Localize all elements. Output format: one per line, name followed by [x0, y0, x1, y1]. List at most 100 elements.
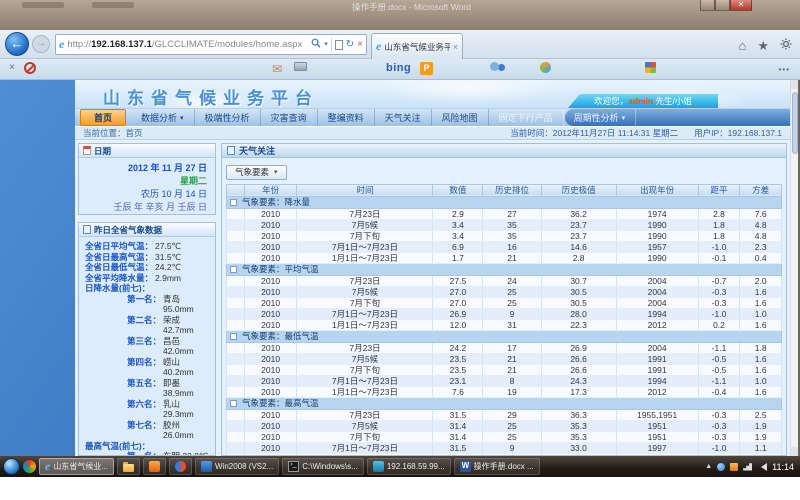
tray-app-icon[interactable]: [717, 463, 725, 471]
folder-icon: [123, 464, 134, 472]
taskbar-button[interactable]: Win2008 (VS2...: [195, 458, 279, 475]
table-group-row[interactable]: 气象要素：最高气温: [227, 397, 782, 409]
table-group-row[interactable]: 气象要素：平均气温: [227, 263, 782, 275]
address-bar[interactable]: e http://192.168.137.1/GLCCLIMATE/module…: [55, 34, 367, 55]
cell: 1990: [616, 230, 698, 241]
pin-badge-icon[interactable]: P: [420, 62, 433, 75]
minimize-button[interactable]: [700, 0, 715, 11]
home-icon[interactable]: ⌂: [738, 39, 746, 53]
nav-item[interactable]: 灾害查询: [261, 109, 318, 126]
nav-item[interactable]: 周期性分析▾: [564, 109, 637, 126]
rank-item: 第五名：即墨 38.9mm: [85, 378, 212, 399]
status-line: 当前位置：首页 当前时间：2012年11月27日 11:14:31 星期二 用户…: [75, 126, 790, 140]
taskbar-button[interactable]: [117, 458, 140, 475]
favorites-star-icon[interactable]: ★: [757, 39, 769, 53]
nav-item[interactable]: 数据分析▾: [131, 109, 195, 126]
taskbar-button[interactable]: 操作手册.docx ...: [454, 458, 540, 475]
refresh-icon[interactable]: ↻: [346, 40, 354, 50]
popup-blocked-icon[interactable]: [24, 62, 36, 74]
browser-tab[interactable]: e 山东省气候业务平... ×: [371, 33, 463, 59]
group-checkbox[interactable]: [230, 266, 237, 273]
mail-icon[interactable]: ✉: [272, 62, 282, 76]
element-selector-button[interactable]: 气象要素 ▾: [226, 165, 287, 180]
taskbar-button[interactable]: [169, 458, 192, 475]
nav-item[interactable]: 风险地图: [432, 109, 489, 126]
chevron-down-icon: ▾: [180, 114, 184, 122]
stop-icon[interactable]: ×: [357, 40, 363, 50]
background-window-caption: 操作手册.docx - Microsoft Word: [352, 1, 471, 13]
taskbar-button[interactable]: 山东省气候业...: [39, 458, 114, 475]
cell: 12.0: [433, 319, 483, 330]
table-row: 20107月5候3.43523.719901.84.8: [227, 219, 782, 230]
printer-icon[interactable]: [294, 62, 307, 71]
vertical-scrollbar[interactable]: [790, 80, 798, 456]
taskbar-button[interactable]: 192.168.59.99...: [367, 458, 451, 475]
cell: 7月5候: [297, 420, 433, 431]
table-group-row[interactable]: 气象要素：最低气温: [227, 330, 782, 342]
row-lead-cell: [227, 442, 245, 453]
user-ip: 用户IP：192.168.137.1: [694, 127, 782, 139]
bing-logo[interactable]: bing: [386, 62, 411, 74]
system-tray: ▲ 11:14: [705, 462, 797, 472]
date-panel-body: 2012 年 11 月 27 日 星期二 农历 10 月 14 日 壬辰 年 辛…: [79, 158, 215, 214]
forward-button[interactable]: →: [32, 35, 50, 53]
more-icon[interactable]: •••: [779, 65, 790, 74]
close-button[interactable]: ✕: [730, 0, 752, 11]
stat-row: 全省日平均气温：27.5℃: [85, 241, 212, 252]
nav-item[interactable]: 天气关注: [375, 109, 432, 126]
cell: 1.0: [740, 375, 782, 386]
nav-item[interactable]: 整编资料: [318, 109, 375, 126]
maximize-button[interactable]: [715, 0, 730, 11]
table-group-row[interactable]: 气象要素：降水量: [227, 196, 782, 208]
cell: 1.1: [740, 442, 782, 453]
tab-close-icon[interactable]: ×: [453, 42, 458, 52]
rank-value: 乳山 29.3mm: [163, 399, 212, 420]
volume-icon[interactable]: [757, 463, 767, 471]
addon-grid-icon[interactable]: [645, 62, 656, 73]
cell: 4.8: [740, 219, 782, 230]
cell: 1.0: [740, 308, 782, 319]
addon-colorful-icon[interactable]: [540, 62, 551, 73]
cell: 26.6: [541, 353, 616, 364]
cell: -0.5: [698, 353, 740, 364]
scrollbar-thumb[interactable]: [792, 92, 798, 154]
messenger-icon[interactable]: [490, 62, 499, 71]
taskbar-button-label: 山东省气候业...: [53, 461, 108, 472]
group-checkbox[interactable]: [230, 333, 237, 340]
cell: 1997: [616, 442, 698, 453]
column-header: 历史极值: [541, 184, 616, 196]
nav-item[interactable]: 固定下行产品: [489, 109, 564, 126]
search-dropdown-icon[interactable]: ▾: [324, 40, 328, 50]
rank-value: 荣成 42.7mm: [163, 315, 212, 336]
ie-icon: [45, 461, 50, 472]
url-text[interactable]: http://192.168.137.1/GLCCLIMATE/modules/…: [67, 39, 308, 50]
network-icon[interactable]: [743, 463, 752, 471]
taskbar-button[interactable]: C:\Windows\s...: [282, 458, 364, 475]
compatibility-view-icon[interactable]: [335, 40, 343, 50]
taskbar-button-label: Win2008 (VS2...: [215, 462, 273, 471]
group-checkbox[interactable]: [230, 400, 237, 407]
row-lead-cell: [227, 409, 245, 420]
cell: 2004: [616, 297, 698, 308]
nav-item[interactable]: 首页: [80, 109, 126, 126]
tray-alert-icon[interactable]: [730, 463, 738, 471]
group-checkbox[interactable]: [230, 199, 237, 206]
addon-bar-close-icon[interactable]: ×: [9, 62, 15, 73]
taskbar-button[interactable]: [143, 458, 166, 475]
gadget-icon[interactable]: [23, 460, 36, 473]
cell: 35: [483, 219, 541, 230]
main-panel-body: 气象要素 ▾ 年份时间数值历史排位历史极值出现年份距平方差 气象要素：降水量20…: [221, 158, 787, 456]
start-button[interactable]: [3, 458, 20, 475]
back-button[interactable]: ←: [5, 32, 29, 56]
gear-icon[interactable]: [780, 37, 792, 55]
cell: 1.7: [433, 252, 483, 263]
taskbar-clock[interactable]: 11:14: [772, 462, 794, 472]
cell: 7月5候: [297, 286, 433, 297]
cell: 2010: [244, 275, 297, 286]
row-lead-cell: [227, 353, 245, 364]
rank-item: 第二名：荣成 42.7mm: [85, 315, 212, 336]
chevron-down-icon: ▾: [274, 168, 278, 176]
show-hidden-icons-arrow[interactable]: ▲: [705, 463, 712, 470]
nav-item[interactable]: 极端性分析: [195, 109, 261, 126]
search-icon[interactable]: [311, 38, 321, 51]
